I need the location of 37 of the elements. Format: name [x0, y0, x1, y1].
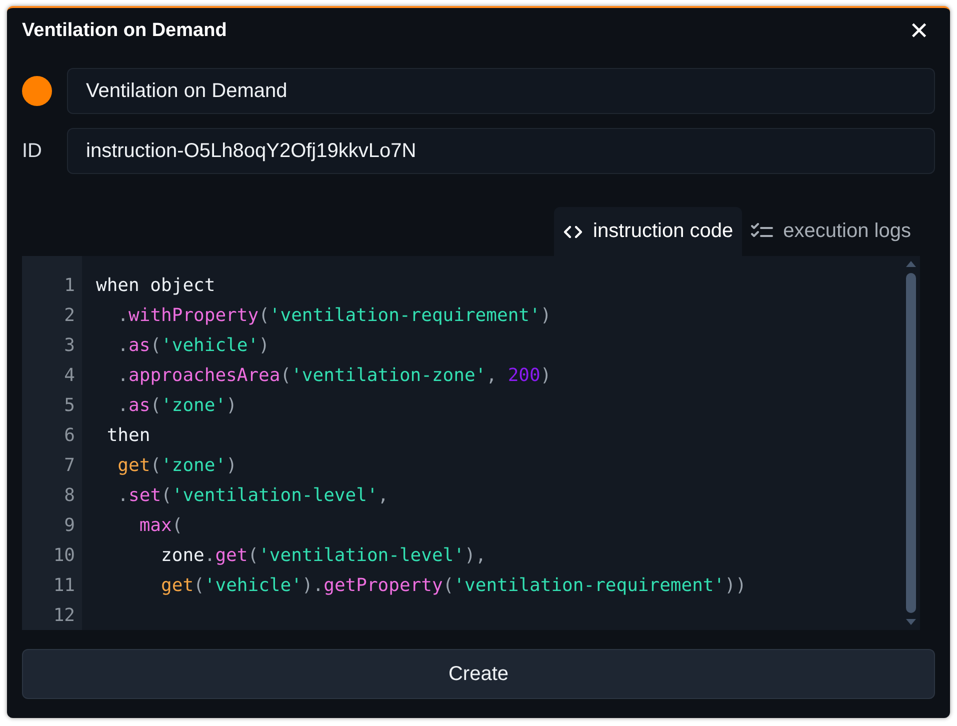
line-number: 5	[63, 394, 76, 418]
line-number: 8	[63, 484, 76, 508]
code-line: .approachesArea('ventilation-zone', 200)	[116, 365, 552, 386]
create-button[interactable]: Create	[22, 649, 935, 699]
id-field[interactable]: instruction-O5Lh8oqY2Ofj19kkvLo7N	[67, 128, 935, 174]
line-number: 3	[63, 334, 76, 358]
dialog-title: Ventilation on Demand	[22, 20, 227, 42]
code-line: .as('zone')	[116, 395, 237, 416]
code-line: .set('ventilation-level',	[116, 485, 389, 506]
line-number: 4	[63, 364, 76, 388]
status-dot	[22, 76, 52, 106]
code-line: when object	[96, 275, 216, 296]
code-line: get('zone')	[116, 455, 237, 476]
line-number: 1	[63, 274, 76, 298]
code-line: get('vehicle').getProperty('ventilation-requirement'))	[160, 575, 746, 596]
code-editor[interactable]	[22, 256, 920, 630]
scrollbar-thumb[interactable]	[906, 273, 916, 613]
tab[interactable]: instruction code	[554, 207, 742, 256]
code-line: max(	[138, 515, 183, 536]
scroll-down-icon[interactable]	[906, 619, 916, 626]
id-label: ID	[22, 140, 43, 162]
code-icon	[563, 224, 584, 238]
line-number: 11	[52, 574, 76, 598]
code-line: then	[106, 425, 150, 446]
code-line: zone.get('ventilation-level'),	[160, 545, 486, 566]
line-number: 10	[52, 544, 76, 568]
line-number: 7	[63, 454, 76, 478]
code-line: .withProperty('ventilation-requirement')	[116, 305, 552, 326]
tab[interactable]: execution logs	[742, 207, 920, 256]
scroll-up-icon[interactable]	[906, 260, 916, 267]
line-number: 2	[63, 304, 76, 328]
line-number: 12	[52, 604, 76, 628]
name-field[interactable]: Ventilation on Demand	[67, 68, 935, 114]
line-number: 9	[63, 514, 76, 538]
line-number: 6	[63, 424, 76, 448]
close-button[interactable]: ✕	[903, 16, 935, 46]
code-line: .as('vehicle')	[116, 335, 270, 356]
